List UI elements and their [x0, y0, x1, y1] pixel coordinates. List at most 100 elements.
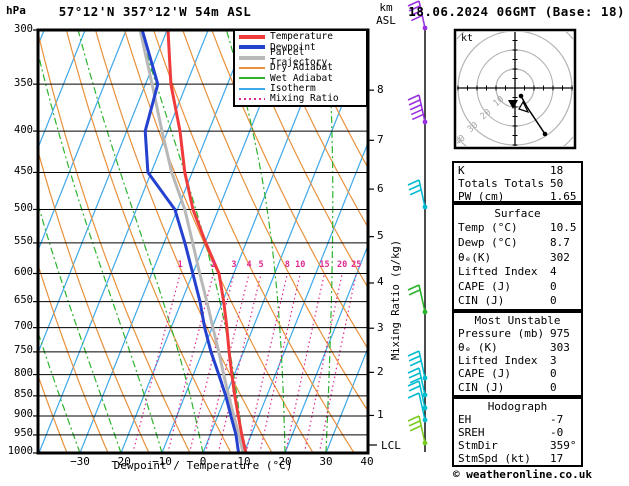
- hodograph-trace-dot: [518, 93, 524, 99]
- legend-label: Wet Adiabat: [270, 72, 333, 84]
- wet-adiabat-line: [39, 56, 163, 452]
- stats-row: K 18: [458, 164, 577, 177]
- stats-row-value: -7: [550, 413, 564, 426]
- stats-row-label: CAPE (J): [458, 279, 511, 293]
- pressure-tick-label: 500: [14, 201, 33, 214]
- legend-row: Wet Adiabat: [237, 73, 364, 83]
- stats-row: Dewp (°C) 8.7: [458, 235, 577, 250]
- legend-row: Parcel Trajectory: [237, 48, 364, 67]
- pressure-tick-label: 650: [14, 294, 33, 307]
- altitude-unit-asl-label: ASL: [376, 14, 396, 27]
- wind-barb-feather: [407, 284, 420, 291]
- stats-row-label: Dewp (°C): [458, 235, 518, 249]
- skewt-sounding-page: 10 20 30 40 hPa 57°12'N 357°12'W 54m ASL 18…: [0, 0, 629, 486]
- km-tick-label: 6: [377, 181, 384, 195]
- stats-row-value: 3: [550, 354, 557, 368]
- stats-row-value: 4: [550, 265, 557, 279]
- stats-row-label: θₑ(K): [458, 250, 492, 264]
- mixing-ratio-value-label: 5: [258, 260, 264, 270]
- pressure-tick-label: 1000: [7, 445, 33, 458]
- stats-row-value: 359°: [550, 439, 577, 452]
- stats-row-label: Temp (°C): [458, 221, 518, 235]
- mixing-ratio-legend-swatch: [239, 97, 265, 100]
- km-tick-label: 2: [377, 364, 384, 378]
- wind-barb-station-dot: [422, 417, 428, 423]
- copyright-watermark: © weatheronline.co.uk: [452, 468, 593, 481]
- wind-barb-shaft: [418, 284, 426, 313]
- stats-row: CIN (J) 0: [458, 381, 577, 394]
- stats-box-header: Surface: [494, 206, 541, 220]
- mixing-ratio-value-label: 1: [177, 260, 183, 270]
- legend-row: Temperature: [237, 32, 364, 42]
- temperature-legend-swatch: [239, 35, 265, 40]
- wind-barb-feather: [407, 367, 420, 374]
- stats-box: Surface Temp (°C) 10.5 Dewp (°C) 8.7 θₑ(K) 302…: [452, 203, 583, 311]
- temp-tick-label: −20: [111, 455, 131, 468]
- stats-row-value: 18: [550, 164, 564, 177]
- temp-tick-label: 0: [199, 455, 207, 468]
- pressure-tick-label: 600: [14, 266, 33, 278]
- stats-row-label: Lifted Index: [458, 354, 538, 368]
- pressure-unit-label: hPa: [6, 4, 26, 17]
- stats-row: Temp (°C) 10.5: [458, 221, 577, 236]
- stats-row-value: -0: [550, 426, 564, 439]
- temp-tick-label: 20: [278, 455, 292, 468]
- wind-barb-feather: [410, 108, 423, 116]
- wind-barb-feather: [411, 113, 424, 121]
- stats-row: CAPE (J) 0: [458, 279, 577, 294]
- temp-tick-label: 30: [319, 455, 333, 468]
- mixing-ratio-value-label: 25: [351, 260, 362, 270]
- stats-row: CIN (J) 0: [458, 293, 577, 308]
- legend-label: Mixing Ratio: [270, 93, 339, 105]
- wind-barb-feather: [407, 94, 420, 101]
- pressure-tick-label: 700: [14, 320, 33, 333]
- wind-barb-column: [407, 0, 428, 452]
- wind-barb-feather: [407, 415, 420, 422]
- stats-row: StmSpd (kt) 17: [458, 452, 577, 465]
- wind-barb-feather: [407, 179, 420, 186]
- stats-row-value: 10.5: [550, 221, 577, 235]
- km-tick-label: 7: [377, 132, 384, 146]
- pressure-tick-label: 450: [14, 164, 33, 177]
- wind-barb-feather: [408, 184, 421, 191]
- legend-label: Dry Adiabat: [270, 62, 333, 74]
- pressure-tick-label: 400: [14, 123, 33, 136]
- legend-label: Isotherm: [270, 82, 316, 94]
- stats-row-label: CIN (J): [458, 294, 505, 308]
- stats-row-label: K: [458, 164, 465, 177]
- stats-box-header: Most Unstable: [474, 314, 561, 328]
- hodograph-unit-label: kt: [461, 33, 474, 44]
- wind-barb-feather: [408, 372, 421, 379]
- hodograph-trace-dot: [542, 131, 548, 137]
- wind-barb-feather: [409, 359, 422, 367]
- stats-row-value: 302: [550, 250, 570, 264]
- dry-adiabat-legend-swatch: [239, 66, 265, 69]
- wind-barb-station-dot: [422, 375, 428, 381]
- stats-box: K 18 Totals Totals 50 PW (cm) 1.65: [452, 161, 583, 203]
- wind-barb-feather: [408, 385, 421, 392]
- km-tick-label: 4: [377, 275, 384, 289]
- legend-label: Temperature: [270, 31, 333, 43]
- temp-tick-label: −30: [70, 455, 90, 468]
- mixing-ratio-axis-label: Mixing Ratio (g/kg): [390, 239, 403, 361]
- stats-box: Most Unstable Pressure (mb) 975 θₑ (K) 303 Li…: [452, 311, 583, 397]
- temp-tick-label: 40: [360, 455, 374, 468]
- stats-row-label: Lifted Index: [458, 265, 538, 279]
- mixing-ratio-line: [205, 273, 250, 452]
- stats-row: θₑ(K) 302: [458, 250, 577, 265]
- stats-row-label: θₑ (K): [458, 340, 498, 354]
- wind-barb-feather: [409, 188, 422, 196]
- stats-row: EH -7: [458, 413, 577, 426]
- stats-row: StmDir 359°: [458, 439, 577, 452]
- wind-barb-station-dot: [422, 119, 428, 125]
- stats-box-header: Hodograph: [487, 400, 548, 413]
- wind-barb-station-dot: [422, 392, 428, 398]
- wind-barb-station-dot: [422, 25, 428, 31]
- datetime-label: 18.06.2024 06GMT (Base: 18): [408, 4, 625, 19]
- pressure-tick-label: 900: [14, 408, 33, 421]
- pressure-tick-label: 750: [14, 344, 33, 357]
- stats-row: PW (cm) 1.65: [458, 190, 577, 203]
- stats-row-label: Totals Totals: [458, 177, 545, 190]
- stats-row-label: StmDir: [458, 439, 498, 452]
- sounding-curves: [138, 31, 248, 452]
